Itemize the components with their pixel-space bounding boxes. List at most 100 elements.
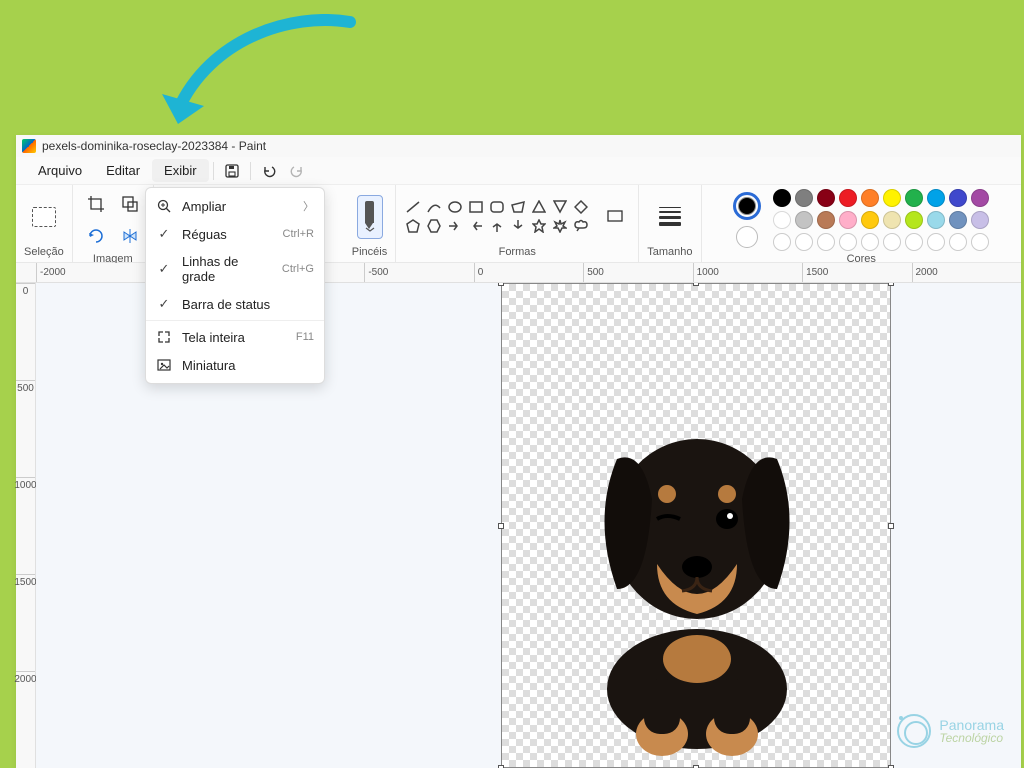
color-swatch[interactable] [905, 189, 923, 207]
pencil-tool[interactable] [357, 195, 383, 239]
check-icon: ✓ [156, 261, 172, 277]
color-1[interactable] [733, 192, 761, 220]
color-swatch-empty[interactable] [883, 233, 901, 251]
color-swatch[interactable] [817, 211, 835, 229]
ruler-v-mark: 1500 [16, 574, 35, 671]
menu-zoom[interactable]: Ampliar 〉 [146, 192, 324, 220]
menu-separator [213, 162, 214, 180]
view-menu-dropdown: Ampliar 〉 ✓ Réguas Ctrl+R ✓ Linhas de gr… [145, 187, 325, 384]
check-icon: ✓ [156, 226, 172, 242]
save-icon [224, 163, 240, 179]
zoom-icon [156, 198, 172, 214]
color-swatch[interactable] [817, 189, 835, 207]
ribbon-group-brushes: Pincéis [344, 185, 396, 262]
color-swatch[interactable] [839, 211, 857, 229]
save-button[interactable] [218, 157, 246, 185]
color-swatch[interactable] [795, 189, 813, 207]
ribbon-group-size: Tamanho [639, 185, 701, 262]
menu-bar: Arquivo Editar Exibir [16, 157, 1021, 185]
ruler-h-mark: -500 [364, 263, 473, 282]
select-rect-icon [32, 207, 56, 227]
color-swatch[interactable] [839, 189, 857, 207]
color-swatch-empty[interactable] [839, 233, 857, 251]
color-swatch-empty[interactable] [927, 233, 945, 251]
resize-tool[interactable] [115, 189, 145, 219]
ruler-h-mark: -2000 [36, 263, 145, 282]
color-swatch[interactable] [971, 189, 989, 207]
color-swatch-empty[interactable] [971, 233, 989, 251]
watermark: Panorama Tecnológico [897, 714, 1004, 748]
select-tool[interactable] [29, 202, 59, 232]
color-swatch-empty[interactable] [861, 233, 879, 251]
menu-file[interactable]: Arquivo [26, 159, 94, 182]
menu-separator [250, 162, 251, 180]
color-primary-secondary [733, 192, 761, 248]
menu-grid-shortcut: Ctrl+G [282, 263, 314, 275]
ruler-v-mark: 0 [16, 283, 35, 380]
thumbnail-icon [156, 357, 172, 373]
watermark-line1: Panorama [939, 718, 1004, 732]
color-swatch[interactable] [773, 211, 791, 229]
color-swatch[interactable] [905, 211, 923, 229]
ruler-v-mark: 500 [16, 380, 35, 477]
color-swatch[interactable] [795, 211, 813, 229]
menu-view[interactable]: Exibir [152, 159, 209, 182]
ribbon-group-image: Imagem [73, 185, 154, 262]
menu-fullscreen-shortcut: F11 [296, 331, 314, 343]
color-swatch-empty[interactable] [817, 233, 835, 251]
paint-app-icon [22, 139, 36, 153]
menu-statusbar[interactable]: ✓ Barra de status [146, 290, 324, 318]
color-swatch[interactable] [861, 189, 879, 207]
ribbon-group-shapes: Formas [396, 185, 639, 262]
undo-icon [261, 163, 277, 179]
color-swatch[interactable] [773, 189, 791, 207]
color-swatch[interactable] [927, 211, 945, 229]
color-2[interactable] [736, 226, 758, 248]
ribbon-group-colors: Cores [702, 185, 1022, 262]
menu-rulers[interactable]: ✓ Réguas Ctrl+R [146, 220, 324, 248]
color-swatch-empty[interactable] [905, 233, 923, 251]
color-palette [773, 189, 989, 251]
color-swatch[interactable] [883, 211, 901, 229]
ribbon-label-brushes: Pincéis [352, 244, 387, 260]
rotate-tool[interactable] [81, 221, 111, 251]
ruler-v-mark: 1000 [16, 477, 35, 574]
color-swatch-empty[interactable] [773, 233, 791, 251]
menu-rulers-label: Réguas [182, 227, 273, 242]
color-swatch[interactable] [971, 211, 989, 229]
color-swatch[interactable] [927, 189, 945, 207]
menu-fullscreen-label: Tela inteira [182, 330, 286, 345]
ruler-h-mark: 500 [583, 263, 692, 282]
dog-image [562, 389, 832, 759]
ribbon-label-size: Tamanho [647, 244, 692, 260]
ruler-h-mark: 2000 [912, 263, 1021, 282]
shape-outline-dropdown[interactable] [600, 202, 630, 232]
flip-tool[interactable] [115, 221, 145, 251]
color-swatch-empty[interactable] [795, 233, 813, 251]
watermark-icon [897, 714, 931, 748]
undo-button[interactable] [255, 157, 283, 185]
menu-grid-label: Linhas de grade [182, 254, 272, 284]
crop-tool[interactable] [81, 189, 111, 219]
color-swatch[interactable] [861, 211, 879, 229]
color-swatch[interactable] [949, 211, 967, 229]
shapes-grid[interactable] [404, 199, 590, 234]
menu-thumbnail[interactable]: Miniatura [146, 351, 324, 379]
menu-gridlines[interactable]: ✓ Linhas de grade Ctrl+G [146, 248, 324, 290]
menu-edit[interactable]: Editar [94, 159, 152, 182]
annotation-arrow [150, 14, 370, 144]
size-tool[interactable] [655, 195, 685, 239]
ruler-vertical: 0500100015002000 [16, 283, 36, 768]
menu-fullscreen[interactable]: Tela inteira F11 [146, 320, 324, 351]
redo-button[interactable] [283, 157, 311, 185]
ribbon-label-selection: Seleção [24, 244, 64, 260]
outline-icon [606, 208, 624, 226]
fullscreen-icon [156, 329, 172, 345]
canvas[interactable] [501, 283, 891, 768]
color-swatch-empty[interactable] [949, 233, 967, 251]
color-swatch[interactable] [949, 189, 967, 207]
color-swatch[interactable] [883, 189, 901, 207]
menu-rulers-shortcut: Ctrl+R [283, 228, 314, 240]
check-icon: ✓ [156, 296, 172, 312]
menu-zoom-label: Ampliar [182, 199, 293, 214]
